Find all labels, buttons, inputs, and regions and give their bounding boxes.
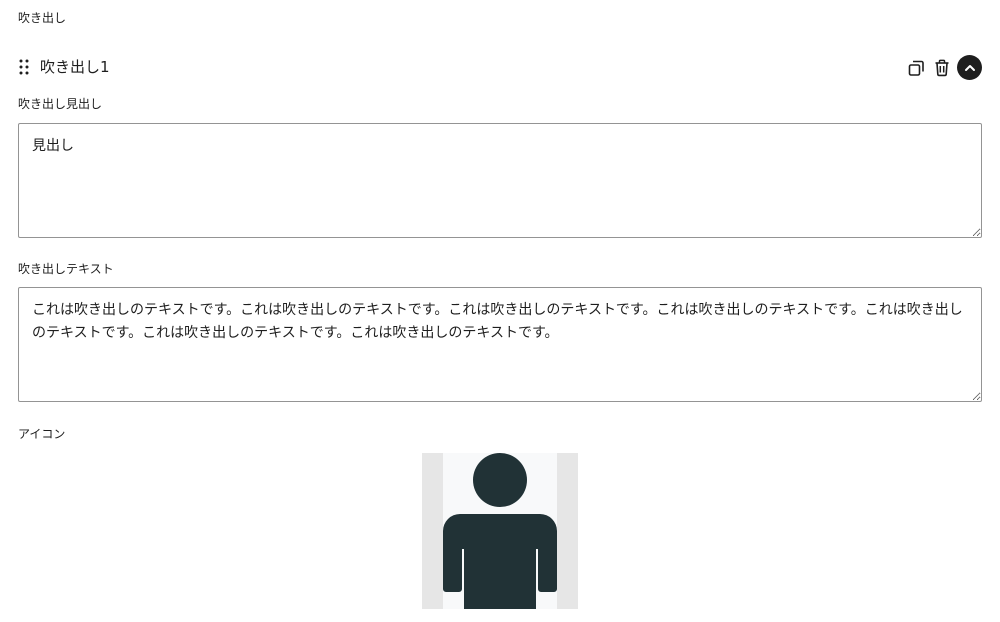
person-icon bbox=[443, 453, 557, 609]
item-actions bbox=[905, 55, 982, 80]
trash-icon bbox=[935, 59, 949, 76]
collapse-button[interactable] bbox=[957, 55, 982, 80]
duplicate-button[interactable] bbox=[905, 56, 927, 80]
delete-button[interactable] bbox=[931, 56, 953, 80]
balloon-item-title: 吹き出し1 bbox=[40, 58, 110, 76]
text-field-label: 吹き出しテキスト bbox=[18, 262, 114, 276]
section-title: 吹き出し bbox=[18, 11, 67, 25]
balloon-item-header: 吹き出し1 bbox=[18, 55, 982, 80]
heading-field-label: 吹き出し見出し bbox=[18, 97, 103, 111]
drag-handle-icon[interactable] bbox=[18, 58, 30, 76]
balloon-text-textarea[interactable]: これは吹き出しのテキストです。これは吹き出しのテキストです。これは吹き出しのテキ… bbox=[18, 287, 982, 402]
icon-field-label: アイコン bbox=[18, 427, 66, 441]
heading-textarea[interactable]: 見出し bbox=[18, 123, 982, 238]
chevron-up-icon bbox=[964, 64, 975, 71]
copy-icon bbox=[908, 60, 924, 76]
icon-image-picker[interactable] bbox=[422, 453, 578, 609]
